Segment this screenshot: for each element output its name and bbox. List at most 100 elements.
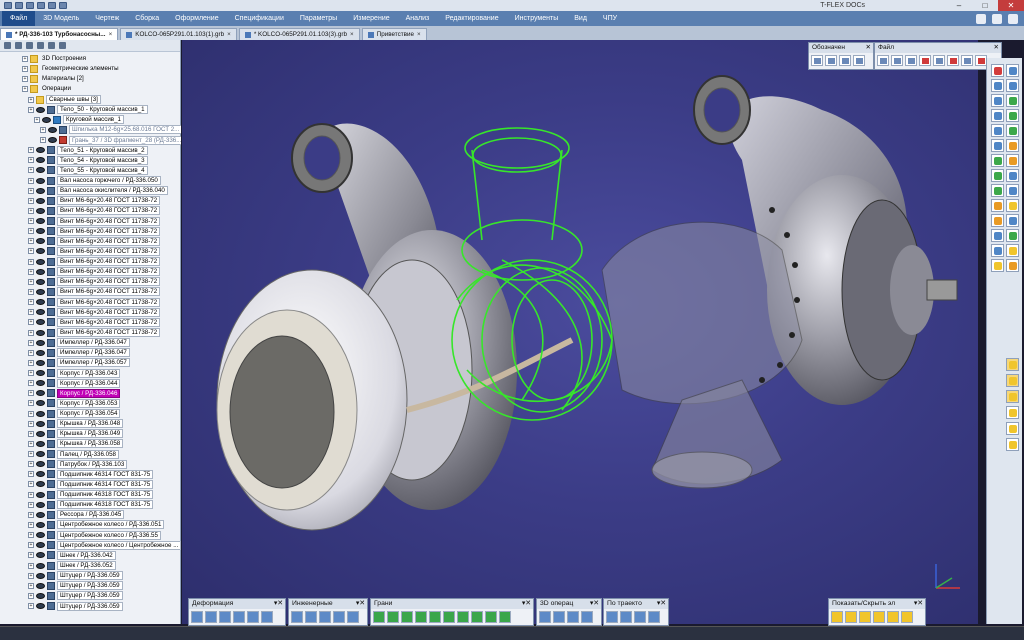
menu-item-0[interactable]: Файл [2,11,36,26]
view-front-icon[interactable] [1006,94,1019,107]
visibility-eye-icon[interactable] [36,430,45,437]
visibility-eye-icon[interactable] [48,137,57,144]
visibility-eye-icon[interactable] [36,309,45,316]
visibility-eye-icon[interactable] [36,400,45,407]
close-tab-icon[interactable]: × [109,29,113,41]
menu-item-10[interactable]: Инструменты [507,11,567,26]
shell-icon[interactable] [333,611,345,623]
display-mode-icon[interactable] [1006,390,1019,403]
document-tab-0[interactable]: * РД-336-103 Турбонасосны... × [0,28,119,41]
tree-item[interactable]: + Вал насоса окислителя / РД-336.040 [28,186,168,196]
visibility-eye-icon[interactable] [36,268,45,275]
expand-toggle-icon[interactable]: + [28,542,34,549]
spring-icon[interactable] [648,611,660,623]
undo-icon[interactable] [48,2,56,9]
close-tab-icon[interactable]: × [227,29,231,41]
face-extend-icon[interactable] [429,611,441,623]
flex-icon[interactable] [247,611,259,623]
filter-icon[interactable] [1006,259,1019,272]
visibility-eye-icon[interactable] [36,390,45,397]
layers-icon[interactable] [1006,244,1019,257]
menu-item-7[interactable]: Измерение [345,11,397,26]
tree-item[interactable]: + Подшипник 46314 ГОСТ 831-75 [28,469,154,479]
tree-item[interactable]: + Винт М6-6g×20.48 ГОСТ 11738-72 [28,328,161,338]
visibility-eye-icon[interactable] [36,207,45,214]
menu-item-3[interactable]: Сборка [127,11,167,26]
face-move-icon[interactable] [373,611,385,623]
tree-item[interactable]: + Рессора / РД-336.045 [28,510,125,520]
maximize-icon[interactable]: □ [972,0,998,11]
tree-item[interactable]: + Корпус / РД-336.044 [28,378,121,388]
face-draft-icon[interactable] [471,611,483,623]
tree-item[interactable]: + Корпус / РД-336.053 [28,398,121,408]
expand-toggle-icon[interactable]: + [28,481,34,488]
forward-icon[interactable] [26,42,33,49]
tree-item[interactable]: + Тело_54 - Круговой массив_3 [28,155,148,165]
visibility-eye-icon[interactable] [36,258,45,265]
menu-item-5[interactable]: Спецификации [227,11,292,26]
expand-toggle-icon[interactable]: + [28,572,34,579]
tree-item[interactable]: + Винт М6-6g×20.48 ГОСТ 11738-72 [28,236,161,246]
shading-icon[interactable] [991,199,1004,212]
expand-toggle-icon[interactable]: + [28,420,34,427]
expand-toggle-icon[interactable]: + [22,66,28,73]
menu-item-4[interactable]: Оформление [167,11,226,26]
visibility-eye-icon[interactable] [36,491,45,498]
zoom-in-icon[interactable] [991,79,1004,92]
expand-toggle-icon[interactable]: + [28,288,34,295]
visibility-eye-icon[interactable] [36,552,45,559]
tree-item[interactable]: + Винт М6-6g×20.48 ГОСТ 11738-72 [28,317,161,327]
expand-toggle-icon[interactable]: + [28,491,34,498]
tree-item[interactable]: + Винт М6-6g×20.48 ГОСТ 11738-72 [28,216,161,226]
tree-item[interactable]: + Геометрические элементы [22,64,121,74]
section-icon[interactable] [1006,169,1019,182]
expand-toggle-icon[interactable]: + [28,370,34,377]
revolve-icon[interactable] [553,611,565,623]
save-icon[interactable] [37,2,45,9]
visibility-eye-icon[interactable] [36,147,45,154]
visibility-eye-icon[interactable] [36,542,45,549]
tree-item[interactable]: + Круговой массив_1 [34,115,124,125]
expand-toggle-icon[interactable]: + [28,339,34,346]
close-icon[interactable]: ✕ [866,43,871,53]
leader-icon[interactable] [839,55,851,66]
tree-item[interactable]: + Импеллер / РД-336.047 [28,338,130,348]
expand-toggle-icon[interactable]: + [28,430,34,437]
expand-toggle-icon[interactable]: + [28,278,34,285]
tree-item[interactable]: + Патрубок / РД-336.103 [28,459,128,469]
visibility-eye-icon[interactable] [42,116,51,123]
expand-toggle-icon[interactable]: + [28,228,34,235]
visibility-eye-icon[interactable] [36,157,45,164]
visibility-eye-icon[interactable] [36,562,45,569]
extrude-icon[interactable] [539,611,551,623]
visibility-eye-icon[interactable] [36,461,45,468]
visibility-eye-icon[interactable] [36,521,45,528]
display-mode-icon[interactable] [1006,374,1019,387]
visibility-eye-icon[interactable] [36,228,45,235]
tree-item[interactable]: + Корпус / РД-336.046 [28,388,121,398]
expand-toggle-icon[interactable]: + [28,329,34,336]
expand-toggle-icon[interactable]: + [28,207,34,214]
expand-toggle-icon[interactable]: + [40,137,46,144]
settings-icon[interactable] [992,13,1002,24]
face-patch-icon[interactable] [443,611,455,623]
expand-toggle-icon[interactable]: + [28,461,34,468]
document-tab-2[interactable]: * KOLCO-065P291.01.103(3).grb × [238,28,360,40]
section-icon[interactable] [991,229,1004,242]
visibility-eye-icon[interactable] [36,471,45,478]
expand-toggle-icon[interactable]: + [28,440,34,447]
visibility-eye-icon[interactable] [36,501,45,508]
settings-icon[interactable] [59,42,66,49]
menu-item-8[interactable]: Анализ [398,11,438,26]
tree-item[interactable]: + Шпилька М12-6g×25.68.016 ГОСТ 2... [40,125,181,135]
fillet-icon[interactable] [347,611,359,623]
tree-item[interactable]: + Центробежное колесо / РД-336.55 [28,530,161,540]
expand-toggle-icon[interactable]: + [28,562,34,569]
menu-item-6[interactable]: Параметры [292,11,345,26]
show-points-icon[interactable] [831,611,843,623]
visibility-eye-icon[interactable] [36,329,45,336]
text-icon[interactable] [853,55,865,66]
tree-item[interactable]: + Тело_51 - Круговой массив_2 [28,145,148,155]
view-iso-icon[interactable] [991,184,1004,197]
export-icon[interactable] [933,55,945,66]
